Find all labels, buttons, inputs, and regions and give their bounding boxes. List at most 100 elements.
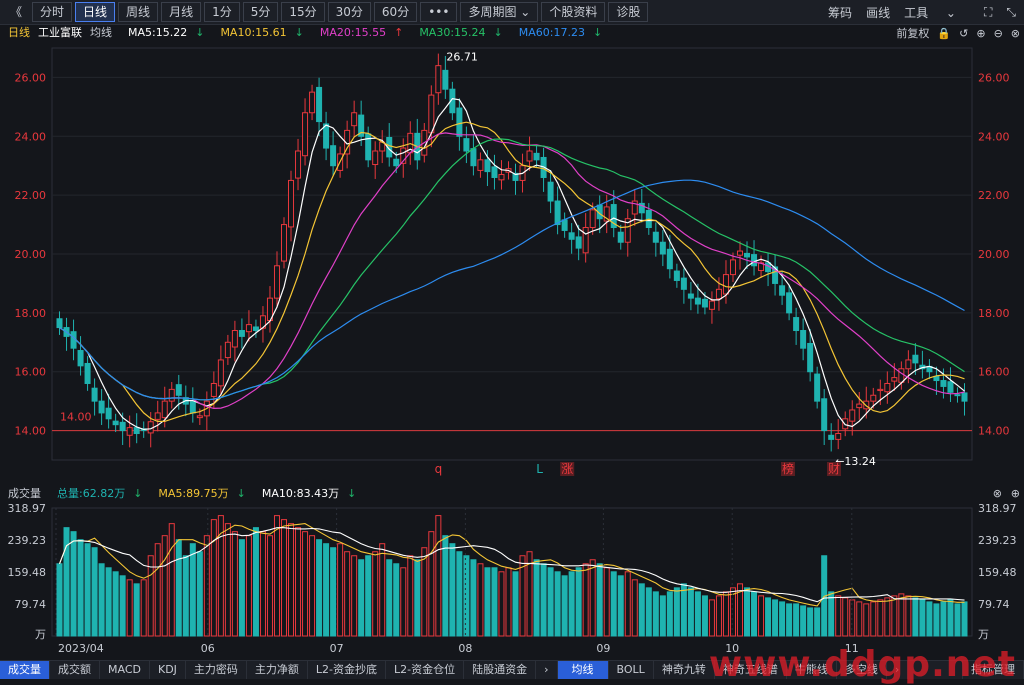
candle-up (708, 300, 715, 310)
more-button[interactable]: ••• (420, 2, 458, 22)
volume-bar-down (814, 607, 821, 637)
volume-bar-down (800, 605, 807, 637)
volume-tick-label-right: 159.48 (978, 566, 1017, 579)
stock-profile-button[interactable]: 个股资料 (541, 2, 606, 22)
toolbar: 《 分时 日线 周线 月线 1分 5分 15分 30分 60分 ••• 多周期图… (0, 0, 1024, 25)
candle-up (126, 427, 133, 436)
volume-bar-up (884, 597, 891, 637)
tab-l2-position[interactable]: L2-资金仓位 (386, 661, 465, 679)
multi-period-button[interactable]: 多周期图 ⌄ (460, 2, 539, 22)
high-label: 26.71 (446, 51, 478, 64)
arrow-down-icon: ↓ (133, 487, 143, 500)
candle-down (442, 69, 449, 90)
volume-bar-down (751, 591, 758, 637)
period-5min-button[interactable]: 5分 (242, 2, 279, 22)
price-tick-label-right: 16.00 (978, 366, 1010, 379)
tab-northbound[interactable]: 陆股通资金 (464, 661, 537, 679)
back-button[interactable]: 《 (3, 3, 30, 21)
volume-bar-down (330, 547, 337, 637)
volume-bar-up (722, 591, 729, 637)
candle-up (526, 150, 533, 162)
period-30min-button[interactable]: 30分 (327, 2, 371, 22)
period-1min-button[interactable]: 1分 (204, 2, 240, 22)
tab-l2-bottom[interactable]: L2-资金抄底 (308, 661, 387, 679)
tab-main-net[interactable]: 主力净额 (247, 661, 308, 679)
adjust-button[interactable]: 前复权 (896, 25, 929, 41)
period-intraday-button[interactable]: 分时 (32, 2, 73, 22)
candle-down (175, 384, 182, 396)
lock-icon[interactable]: 🔒 (937, 27, 951, 40)
volume-bar-down (680, 583, 687, 637)
period-weekly-button[interactable]: 周线 (118, 2, 159, 22)
volume-bar-down (77, 539, 84, 637)
volume-bar-up (603, 567, 610, 637)
period-daily-button[interactable]: 日线 (75, 2, 116, 22)
volume-bar-up (849, 599, 856, 637)
volume-tick-label-left: 159.48 (8, 566, 47, 579)
volume-bar-down (568, 571, 575, 637)
volume-bar-down (512, 571, 519, 637)
volume-chart[interactable]: 79.74 79.74 159.48 159.48 239.23 239.23 318.97… (0, 502, 1024, 660)
candle-down (105, 407, 112, 420)
indicator-tabs: 成交量 成交额 MACD KDJ 主力密码 主力净额 L2-资金抄底 L2-资金… (0, 644, 1024, 685)
period-monthly-button[interactable]: 月线 (161, 2, 202, 22)
volume-bar-down (912, 597, 919, 637)
tab-volume[interactable]: 成交量 (0, 661, 50, 679)
arrow-down-icon: ↓ (493, 25, 503, 39)
volume-bar-down (456, 551, 463, 637)
event-marker: L (536, 462, 543, 476)
candle-down (814, 373, 821, 402)
tab-macd[interactable]: MACD (100, 661, 150, 679)
candle-down (119, 421, 126, 432)
undo-icon[interactable]: ↺ (959, 27, 968, 40)
volume-bar-up (337, 543, 344, 637)
candle-down (316, 86, 323, 123)
draw-line-button[interactable]: 画线 (866, 4, 890, 21)
collapse-icon[interactable]: ⤡ (1006, 5, 1016, 20)
legend-ma5: MA5:15.22 ↓ (120, 26, 204, 39)
volume-bar-down (252, 527, 259, 637)
volume-bar-up (870, 601, 877, 637)
candle-up (891, 377, 898, 382)
settings-icon[interactable]: ⊗ (993, 487, 1002, 500)
volume-bar-up (631, 579, 638, 637)
ma5-value: MA5:15.22 (128, 25, 188, 39)
tab-kdj[interactable]: KDJ (150, 661, 186, 679)
volume-bar-up (288, 523, 295, 637)
period-15min-button[interactable]: 15分 (281, 2, 325, 22)
zoom-in-icon[interactable]: ⊕ (976, 27, 985, 40)
diagnose-button[interactable]: 诊股 (608, 2, 649, 22)
volume-bar-down (926, 601, 933, 637)
low-label: ←13.24 (835, 455, 876, 468)
candle-up (582, 227, 589, 254)
arrow-down-icon: ↓ (294, 25, 304, 39)
candle-up (372, 150, 379, 166)
expand-icon[interactable]: ⛶ (984, 5, 992, 20)
close-icon[interactable]: ⊕ (1011, 487, 1020, 500)
date-tick-label: 2023/04 (58, 642, 104, 655)
close-icon[interactable]: ⊗ (1011, 27, 1020, 40)
candle-up (722, 274, 729, 295)
tab-ma-overlay[interactable]: 均线 (557, 661, 609, 679)
volume-tick-label-right: 79.74 (978, 598, 1010, 611)
tools-button[interactable]: 工具 ⌄ (904, 4, 970, 21)
tab-main-code[interactable]: 主力密码 (186, 661, 247, 679)
tab-scroll-right-icon[interactable]: › (536, 661, 558, 679)
tab-turnover[interactable]: 成交额 (50, 661, 100, 679)
legend-ma-label[interactable]: 均线 (90, 24, 112, 40)
chips-button[interactable]: 筹码 (828, 4, 852, 21)
tab-nine-turn[interactable]: 神奇九转 (654, 661, 715, 679)
candle-up (905, 359, 912, 370)
candle-down (238, 330, 245, 337)
zoom-out-icon[interactable]: ⊖ (994, 27, 1003, 40)
price-chart[interactable]: 14.00 14.00 16.00 16.00 18.00 18.00 20.00 20.00… (0, 40, 1024, 480)
volume-bar-down (744, 587, 751, 637)
candle-down (456, 107, 463, 137)
candle-down (98, 400, 105, 414)
event-markers[interactable]: qL涨榜财 (435, 461, 841, 476)
chevron-down-icon: ⌄ (945, 5, 956, 20)
volume-bar-up (435, 515, 442, 637)
tab-boll[interactable]: BOLL (609, 661, 654, 679)
period-60min-button[interactable]: 60分 (373, 2, 418, 22)
volume-bar-up (708, 599, 715, 637)
